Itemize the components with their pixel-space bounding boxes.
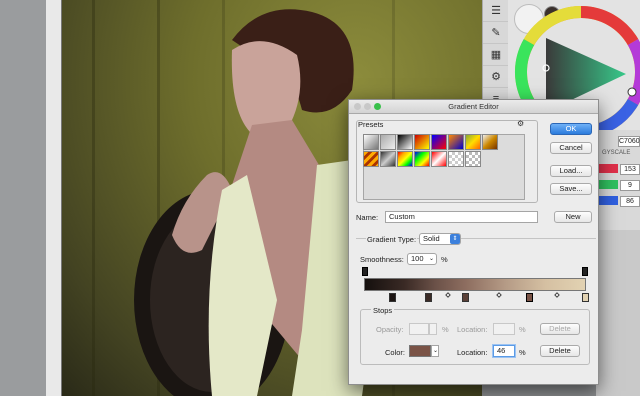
preset-swatch[interactable] xyxy=(465,151,481,167)
red-chip xyxy=(598,164,618,173)
dialog-title: Gradient Editor xyxy=(448,102,499,111)
color-stop-selected[interactable] xyxy=(526,293,533,302)
color-chevron-icon[interactable]: ⌄ xyxy=(431,345,439,357)
canvas-ruler xyxy=(46,0,62,396)
opacity-percent: % xyxy=(442,325,449,334)
left-panel xyxy=(0,0,46,396)
preset-swatch[interactable] xyxy=(448,151,464,167)
preset-swatch[interactable] xyxy=(414,134,430,150)
settings-tool-icon[interactable]: ⚙ xyxy=(483,66,509,88)
opacity-field xyxy=(409,323,429,335)
opacity-location-percent: % xyxy=(519,325,526,334)
opacity-label: Opacity: xyxy=(376,325,404,334)
preset-swatch[interactable] xyxy=(431,151,447,167)
gradient-type-value: Solid xyxy=(423,234,440,243)
smoothness-value: 100 xyxy=(411,254,424,263)
preset-swatch[interactable] xyxy=(363,151,379,167)
hex-field[interactable]: C7060 xyxy=(618,136,640,147)
gradient-type-chevron-icon[interactable]: ⇕ xyxy=(450,234,460,244)
preset-swatch[interactable] xyxy=(431,134,447,150)
smoothness-field[interactable]: 100 ⌄ xyxy=(407,253,437,265)
color-stop[interactable] xyxy=(582,293,589,302)
save-button[interactable]: Save... xyxy=(550,183,592,195)
preset-swatch[interactable] xyxy=(448,134,464,150)
color-stop[interactable] xyxy=(389,293,396,302)
gradient-type-label: Gradient Type: xyxy=(366,235,418,244)
smoothness-percent: % xyxy=(441,255,448,264)
name-field[interactable]: Custom xyxy=(385,211,538,223)
color-location-field[interactable]: 46 xyxy=(493,345,515,357)
opacity-location-field xyxy=(493,323,515,335)
color-location-percent: % xyxy=(519,348,526,357)
gradient-editor-dialog: Gradient Editor Presets ⚙ OK Cancel Load… xyxy=(348,99,599,385)
smoothness-label: Smoothness: xyxy=(360,255,404,264)
stops-label: Stops xyxy=(371,306,395,315)
color-label: Color: xyxy=(385,348,406,357)
green-value[interactable]: 9 xyxy=(620,180,640,191)
greyscale-label: GYSCALE xyxy=(602,150,631,156)
color-stop[interactable] xyxy=(425,293,432,302)
lower-side-panel xyxy=(596,230,640,396)
preset-swatch[interactable] xyxy=(482,134,498,150)
new-button[interactable]: New xyxy=(554,211,592,223)
preset-swatch[interactable] xyxy=(380,134,396,150)
opacity-delete-button: Delete xyxy=(540,323,580,335)
chart-tool-icon[interactable]: ▦ xyxy=(483,44,509,66)
presets-gear-icon[interactable]: ⚙ xyxy=(517,119,524,128)
preset-swatch[interactable] xyxy=(414,151,430,167)
chevron-down-icon: ⌄ xyxy=(428,256,434,262)
preset-swatch[interactable] xyxy=(397,134,413,150)
name-label: Name: xyxy=(356,213,379,222)
photoshop-workspace: ☰ ✎ ▦ ⚙ ≡ ▤ xyxy=(0,0,640,396)
load-button[interactable]: Load... xyxy=(550,165,592,177)
preset-swatch[interactable] xyxy=(380,151,396,167)
red-value[interactable]: 153 xyxy=(620,164,640,175)
gradient-preview-bar[interactable] xyxy=(364,278,586,291)
blue-value[interactable]: 86 xyxy=(620,196,640,207)
brush-tool-icon[interactable]: ☰ xyxy=(483,0,509,22)
dialog-titlebar[interactable]: Gradient Editor xyxy=(349,100,598,114)
opacity-stop-right[interactable] xyxy=(582,267,588,276)
preset-swatch[interactable] xyxy=(397,151,413,167)
presets-label: Presets xyxy=(358,120,384,129)
green-chip xyxy=(598,180,618,189)
ok-button[interactable]: OK xyxy=(550,123,592,135)
opacity-stop-left[interactable] xyxy=(362,267,368,276)
preset-swatch[interactable] xyxy=(465,134,481,150)
opacity-location-label: Location: xyxy=(457,325,488,334)
adjust-tool-icon[interactable]: ✎ xyxy=(483,22,509,44)
blue-chip xyxy=(598,196,618,205)
cancel-button[interactable]: Cancel xyxy=(550,142,592,154)
color-values-panel: C7060 153 9 86 GYSCALE xyxy=(596,130,640,230)
color-location-label: Location: xyxy=(457,348,488,357)
color-delete-button[interactable]: Delete xyxy=(540,345,580,357)
stop-color-swatch[interactable] xyxy=(409,345,431,357)
color-stop[interactable] xyxy=(462,293,469,302)
preset-swatch[interactable] xyxy=(363,134,379,150)
opacity-chevron-icon xyxy=(429,323,437,335)
